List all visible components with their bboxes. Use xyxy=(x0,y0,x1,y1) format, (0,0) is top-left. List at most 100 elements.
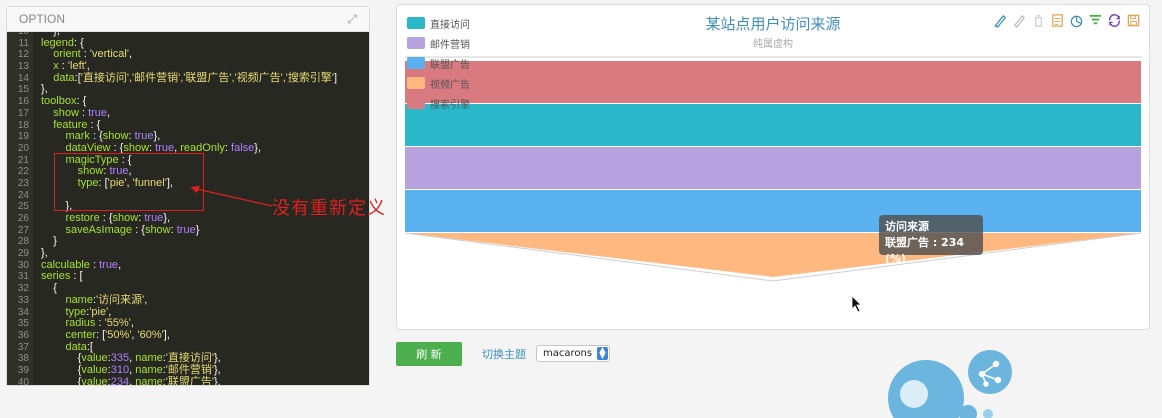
data-view-icon[interactable] xyxy=(1050,13,1065,28)
code-token: saveAsImage xyxy=(41,223,133,236)
line-number: 13 xyxy=(17,61,29,73)
code-token: '55%' xyxy=(104,317,131,330)
line-number: 11 xyxy=(18,37,29,49)
code-token: show xyxy=(144,223,171,236)
magic-type-highlight-box xyxy=(54,153,204,211)
line-number: 39 xyxy=(17,364,29,376)
code-token: true xyxy=(134,130,154,143)
code-token: series xyxy=(41,270,71,283)
theme-select-value: macarons xyxy=(543,348,593,359)
code-token: { xyxy=(41,282,57,295)
line-number: 29 xyxy=(17,248,29,260)
mark-clear-icon[interactable] xyxy=(1031,13,1046,28)
option-panel-title: OPTION xyxy=(19,12,66,26)
code-token: , xyxy=(130,317,134,330)
code-token: } xyxy=(41,235,57,248)
code-token: 310 xyxy=(110,363,130,376)
pie-switch-icon[interactable] xyxy=(1069,13,1084,28)
funnel-chart[interactable] xyxy=(397,5,1149,329)
line-number: 40 xyxy=(17,376,29,385)
echarts-logo-icon xyxy=(888,350,1012,418)
code-token: { xyxy=(41,375,82,385)
line-number: 36 xyxy=(17,329,29,341)
code-token: { xyxy=(41,363,82,376)
chart-tooltip: 访问来源 联盟广告 : 234 (%) xyxy=(879,215,983,265)
code-token: : xyxy=(95,317,105,330)
code-token: true xyxy=(99,258,119,271)
mark-undo-icon[interactable] xyxy=(1012,13,1027,28)
code-token: data xyxy=(41,71,75,84)
code-token: orient xyxy=(41,48,81,61)
code-token: }, xyxy=(41,247,48,260)
select-arrows-icon: ▲ ▼ xyxy=(597,346,608,360)
annotation-text: 没有重新定义 xyxy=(272,198,386,219)
save-image-icon[interactable] xyxy=(1126,13,1141,28)
line-number: 23 xyxy=(17,177,29,189)
legend-label: 搜索引擎 xyxy=(430,99,470,111)
code-token: show xyxy=(102,130,129,143)
line-number: 12 xyxy=(17,49,29,61)
code-token: name xyxy=(41,293,93,306)
funnel-layer[interactable] xyxy=(405,104,1141,146)
chart-toolbox xyxy=(993,13,1141,28)
legend-label: 视频广告 xyxy=(430,79,470,91)
code-token: 234 xyxy=(110,375,130,385)
code-token: name xyxy=(135,363,163,376)
code-token: feature xyxy=(41,118,88,131)
funnel-switch-icon[interactable] xyxy=(1088,13,1103,28)
code-token: '60%' xyxy=(137,328,164,341)
line-number: 25 xyxy=(17,201,29,213)
expand-icon[interactable]: ⤢ xyxy=(347,7,357,31)
code-token: : [ xyxy=(96,328,106,341)
refresh-button[interactable]: 刷 新 xyxy=(396,342,462,366)
code-token: '50%' xyxy=(105,328,132,341)
code-token: : { xyxy=(89,130,103,143)
code-token: , xyxy=(107,106,111,119)
line-number: 24 xyxy=(17,189,29,201)
legend-swatch xyxy=(407,77,425,89)
code-token: }, xyxy=(214,363,221,376)
code-token: value xyxy=(81,363,108,376)
code-token: show xyxy=(41,106,79,119)
funnel-layer[interactable] xyxy=(405,147,1141,189)
code-token: name xyxy=(135,352,163,365)
code-token: : { xyxy=(87,118,101,131)
line-number: 14 xyxy=(17,72,29,84)
code-token: }, xyxy=(41,83,48,96)
line-number: 15 xyxy=(17,84,29,96)
code-token: value xyxy=(81,352,108,365)
line-number: 37 xyxy=(17,341,29,353)
code-token: ] xyxy=(334,71,338,84)
code-token: 335 xyxy=(110,352,130,365)
mouse-cursor-icon xyxy=(851,295,862,313)
legend-swatch xyxy=(407,97,425,109)
legend-item[interactable]: 联盟广告 xyxy=(407,53,470,73)
legend-item[interactable]: 视频广告 xyxy=(407,73,470,93)
code-line: 40 {value:234, name:'联盟广告'}, xyxy=(7,375,337,385)
line-number: 22 xyxy=(17,166,29,178)
line-number: 17 xyxy=(17,107,29,119)
line-number: 38 xyxy=(17,353,29,365)
code-token: value xyxy=(81,375,108,385)
line-number: 19 xyxy=(17,131,29,143)
funnel-layer[interactable] xyxy=(405,233,1141,277)
code-token: }, xyxy=(254,141,262,154)
mark-icon[interactable] xyxy=(993,13,1008,28)
code-token: '直接访问','邮件营销','联盟广告','视频广告','搜索引擎' xyxy=(80,71,334,84)
code-token: }, xyxy=(153,130,161,143)
code-token: radius xyxy=(41,317,96,330)
code-token: , xyxy=(86,60,90,73)
code-token: : xyxy=(58,60,68,73)
funnel-layer[interactable] xyxy=(405,190,1141,232)
code-token: restore xyxy=(41,212,100,224)
code-token: : { xyxy=(132,223,145,236)
legend-item[interactable]: 搜索引擎 xyxy=(407,93,470,113)
code-token: 'left' xyxy=(67,60,87,73)
code-token: : { xyxy=(76,95,87,108)
restore-icon[interactable] xyxy=(1107,13,1122,28)
code-line: 14 data:['直接访问','邮件营销','联盟广告','视频广告','搜索… xyxy=(7,71,338,85)
annotation-arrow-icon xyxy=(190,186,273,207)
funnel-layer[interactable] xyxy=(405,61,1141,103)
line-number: 16 xyxy=(17,96,29,108)
theme-select[interactable]: macarons ▲ ▼ xyxy=(536,345,610,362)
